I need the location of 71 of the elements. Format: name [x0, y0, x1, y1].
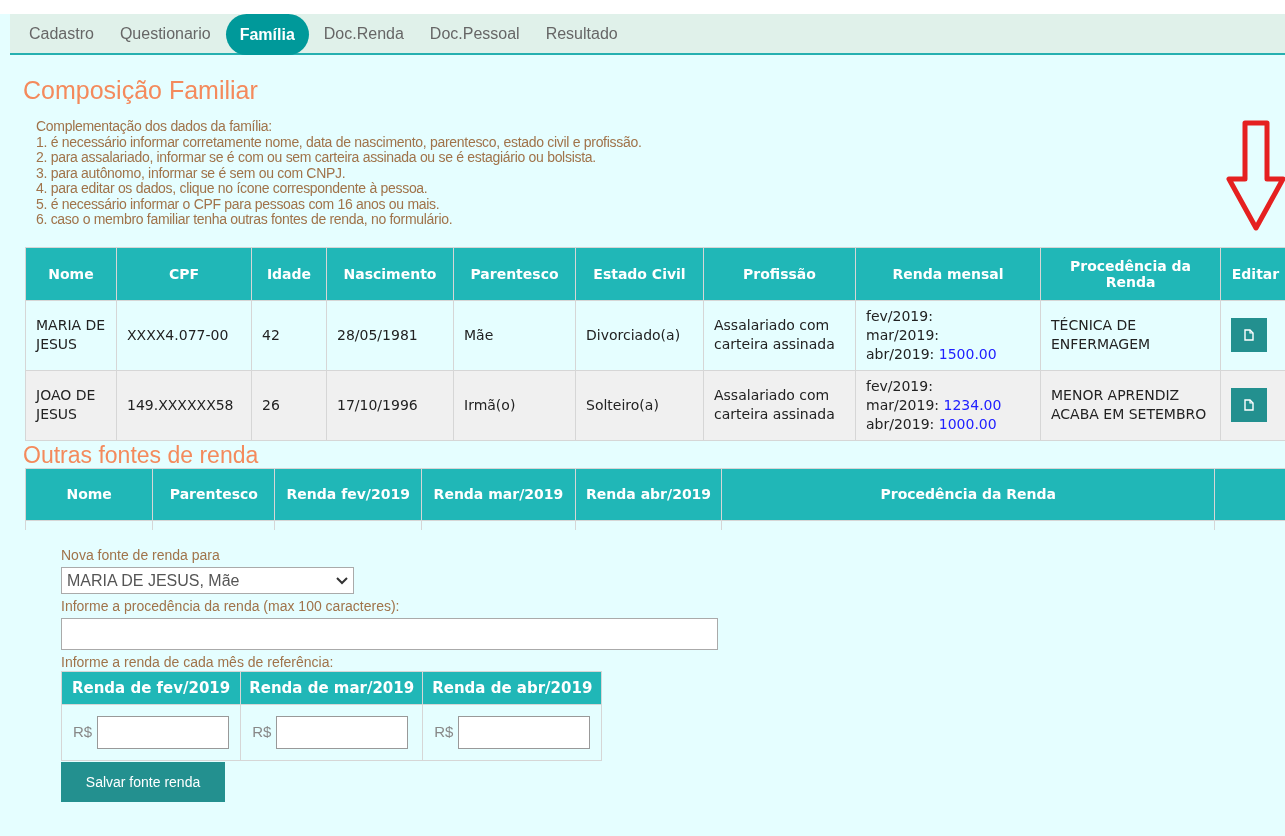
input-field[interactable] — [458, 716, 591, 749]
table-cell: MENOR APRENDIZ ACABA EM SETEMBRO — [1040, 370, 1221, 440]
column-header: CPF — [116, 247, 252, 300]
edit-button[interactable] — [1231, 388, 1267, 422]
instruction-text: 3. para autônomo, informar se é sem ou com CNPJ. — [36, 165, 346, 181]
person-select[interactable]: MARIA DE JESUS, Mãe — [61, 567, 354, 594]
table-cell: fev/2019: mar/2019: 1234.00 abr/2019: 1000.00 — [855, 370, 1041, 440]
field-label: Informe a procedência da renda (max 100 caracteres): — [61, 597, 400, 616]
file-icon — [1244, 329, 1254, 341]
column-header: Renda abr/2019 — [575, 468, 722, 520]
column-header: Renda mar/2019 — [421, 468, 576, 520]
down-arrow-icon — [1225, 120, 1285, 232]
field-label: Informe a renda de cada mês de referência: — [61, 653, 334, 671]
input-field[interactable] — [97, 716, 230, 749]
column-header: Renda de fev/2019 — [61, 671, 241, 705]
column-header: Renda de mar/2019 — [240, 671, 423, 705]
instruction-text: 6. caso o membro familiar tenha outras fontes de renda, no formulário. — [36, 212, 453, 228]
section-title: Outras fontes de renda — [23, 441, 259, 468]
column-header: Editar — [1220, 247, 1285, 300]
table-cell: 42 — [251, 300, 327, 370]
table-cell: 149.XXXXXX58 — [116, 370, 252, 440]
table-cell: JOAO DE JESUS — [25, 370, 117, 440]
column-header: Estado Civil — [575, 247, 704, 300]
table-cell: Mãe — [453, 300, 576, 370]
select-value: MARIA DE JESUS, Mãe — [67, 570, 240, 591]
instruction-text: Complementação dos dados da família: — [36, 119, 272, 135]
save-button[interactable]: Salvar fonte renda — [61, 762, 225, 802]
column-header: Nome — [25, 468, 153, 520]
instruction-text: 2. para assalariado, informar se é com ou sem carteira assinada ou se é estagiário ou bolsista. — [36, 150, 596, 166]
table-cell: Divorciado(a) — [575, 300, 704, 370]
currency-label: R$ — [434, 722, 454, 743]
column-header: Parentesco — [152, 468, 275, 520]
column-header: Renda mensal — [855, 247, 1041, 300]
tab[interactable]: Questionario — [108, 13, 222, 54]
edit-button[interactable] — [1231, 318, 1267, 352]
tab[interactable]: Resultado — [534, 13, 629, 54]
table-cell: 17/10/1996 — [326, 370, 454, 440]
field-label: Nova fonte de renda para — [61, 546, 220, 565]
tab[interactable]: Doc.Renda — [312, 13, 415, 54]
table-cell: 28/05/1981 — [326, 300, 454, 370]
chevron-down-icon — [336, 576, 348, 585]
table-cell: MARIA DE JESUS — [25, 300, 117, 370]
table-cell: TÉCNICA DE ENFERMAGEM — [1040, 300, 1221, 370]
section-title: Composição Familiar — [23, 75, 258, 105]
column-header: Procedência da Renda — [1040, 247, 1221, 300]
column-header: Renda de abr/2019 — [422, 671, 602, 705]
currency-label: R$ — [252, 722, 272, 743]
instruction-text: 5. é necessário informar o CPF para pessoas com 16 anos ou mais. — [36, 196, 440, 212]
table-cell: fev/2019: mar/2019: abr/2019: 1500.00 — [855, 300, 1041, 370]
column-header: Parentesco — [453, 247, 576, 300]
table-cell: Assalariado com carteira assinada — [703, 370, 856, 440]
column-header: Profissão — [703, 247, 856, 300]
table-cell: 26 — [251, 370, 327, 440]
column-header: Idade — [251, 247, 327, 300]
column-header: Renda fev/2019 — [274, 468, 422, 520]
table-cell: XXXX4.077-00 — [116, 300, 252, 370]
instruction-text: 1. é necessário informar corretamente nome, data de nascimento, parentesco, estado civil e profissão. — [36, 134, 642, 150]
column-header: Procedência da Renda — [721, 468, 1215, 520]
table-cell: Irmã(o) — [453, 370, 576, 440]
tab[interactable]: Cadastro — [18, 13, 105, 54]
instruction-text: 4. para editar os dados, clique no ícone correspondente à pessoa. — [36, 181, 428, 197]
input-field[interactable] — [276, 716, 409, 749]
input-field[interactable] — [61, 618, 718, 650]
tab[interactable]: Família — [225, 14, 309, 55]
table-cell: Assalariado com carteira assinada — [703, 300, 856, 370]
tab[interactable]: Doc.Pessoal — [418, 13, 531, 54]
currency-label: R$ — [73, 722, 93, 743]
column-header: Nome — [25, 247, 117, 300]
file-icon — [1244, 399, 1254, 411]
column-header: Nascimento — [326, 247, 454, 300]
table-cell: Solteiro(a) — [575, 370, 704, 440]
